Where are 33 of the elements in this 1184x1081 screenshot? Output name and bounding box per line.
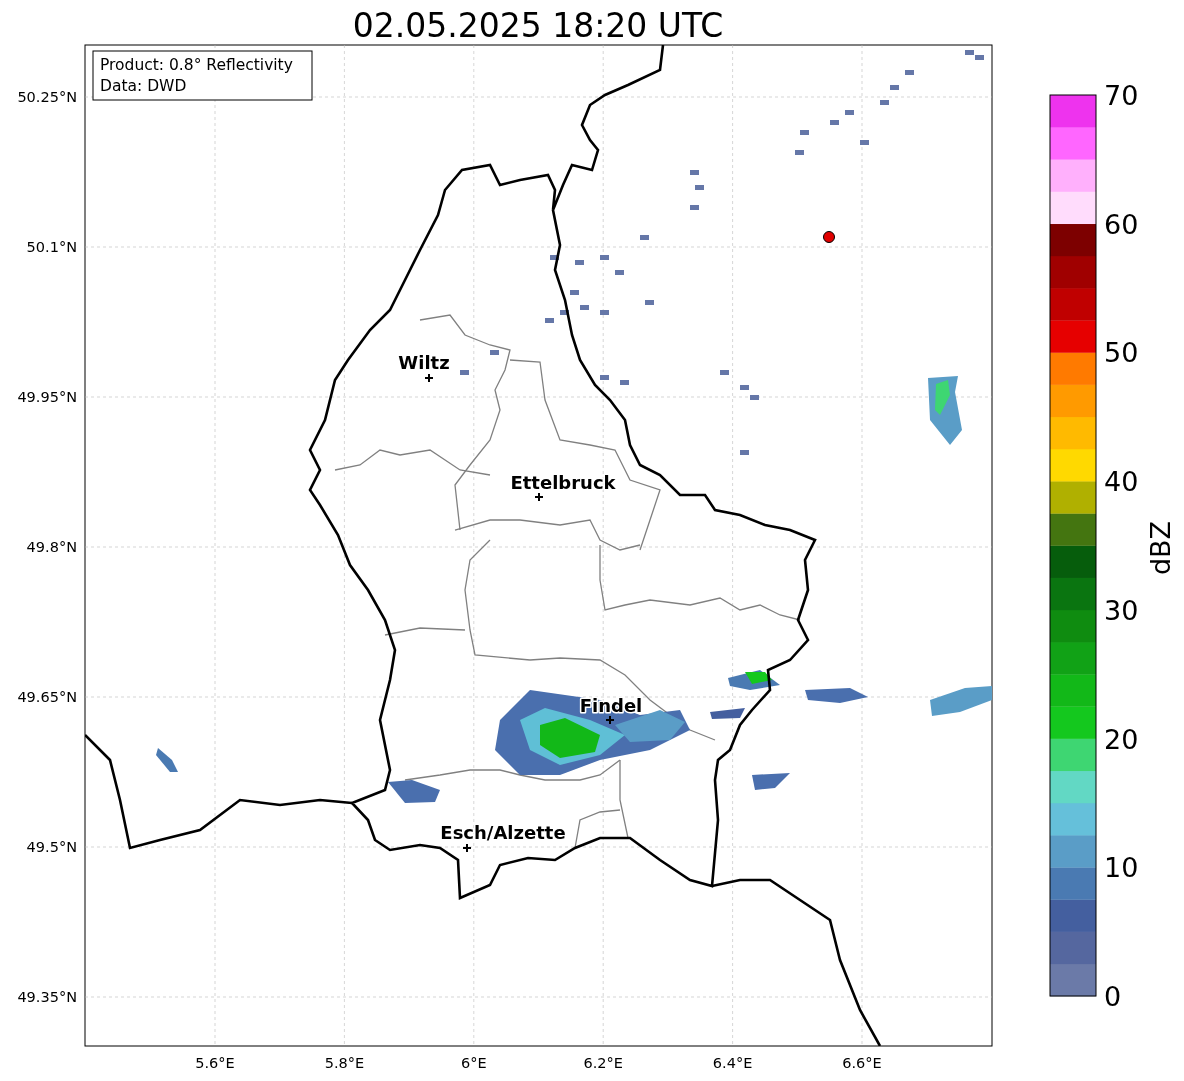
latitude-label: 49.8°N [26, 539, 77, 555]
city-marker [605, 715, 615, 725]
longitude-label: 6.4°E [712, 1055, 753, 1071]
city-marker [534, 492, 544, 502]
info-text: Data: DWD [100, 77, 187, 95]
colorbar-tick-label: 70 [1104, 80, 1139, 111]
city-label: Ettelbruck [510, 472, 616, 493]
latitude-label: 50.25°N [17, 89, 77, 105]
latitude-label: 50.1°N [26, 239, 77, 255]
city-marker [424, 373, 434, 383]
colorbar-tick-label: 10 [1104, 852, 1139, 884]
colorbar-tick-label: 60 [1104, 208, 1139, 240]
longitude-label: 6°E [461, 1055, 487, 1071]
colorbar-tick-label: 50 [1104, 337, 1139, 369]
colorbar-title: dBZ [1145, 520, 1176, 576]
latitude-label: 49.95°N [17, 389, 77, 405]
city-label: Wiltz [398, 352, 450, 373]
info-text: Product: 0.8° Reflectivity [100, 56, 293, 74]
city-label: Esch/Alzette [440, 822, 566, 843]
latitude-label: 49.5°N [26, 839, 77, 855]
colorbar-tick-label: 30 [1104, 594, 1139, 626]
longitude-label: 5.8°E [324, 1055, 365, 1071]
longitude-label: 5.6°E [195, 1055, 235, 1071]
latitude-label: 49.65°N [17, 689, 77, 705]
map-title: 02.05.2025 18:20 UTC [352, 6, 724, 45]
longitude-label: 6.6°E [842, 1055, 882, 1071]
latitude-label: 49.35°N [17, 989, 77, 1005]
colorbar-tick-label: 40 [1104, 466, 1139, 498]
colorbar-tick-label: 20 [1104, 723, 1139, 755]
colorbar-tick-label: 0 [1104, 980, 1122, 1012]
city-marker [462, 843, 472, 853]
radar-site-marker [823, 231, 835, 243]
longitude-label: 6.2°E [583, 1055, 623, 1071]
